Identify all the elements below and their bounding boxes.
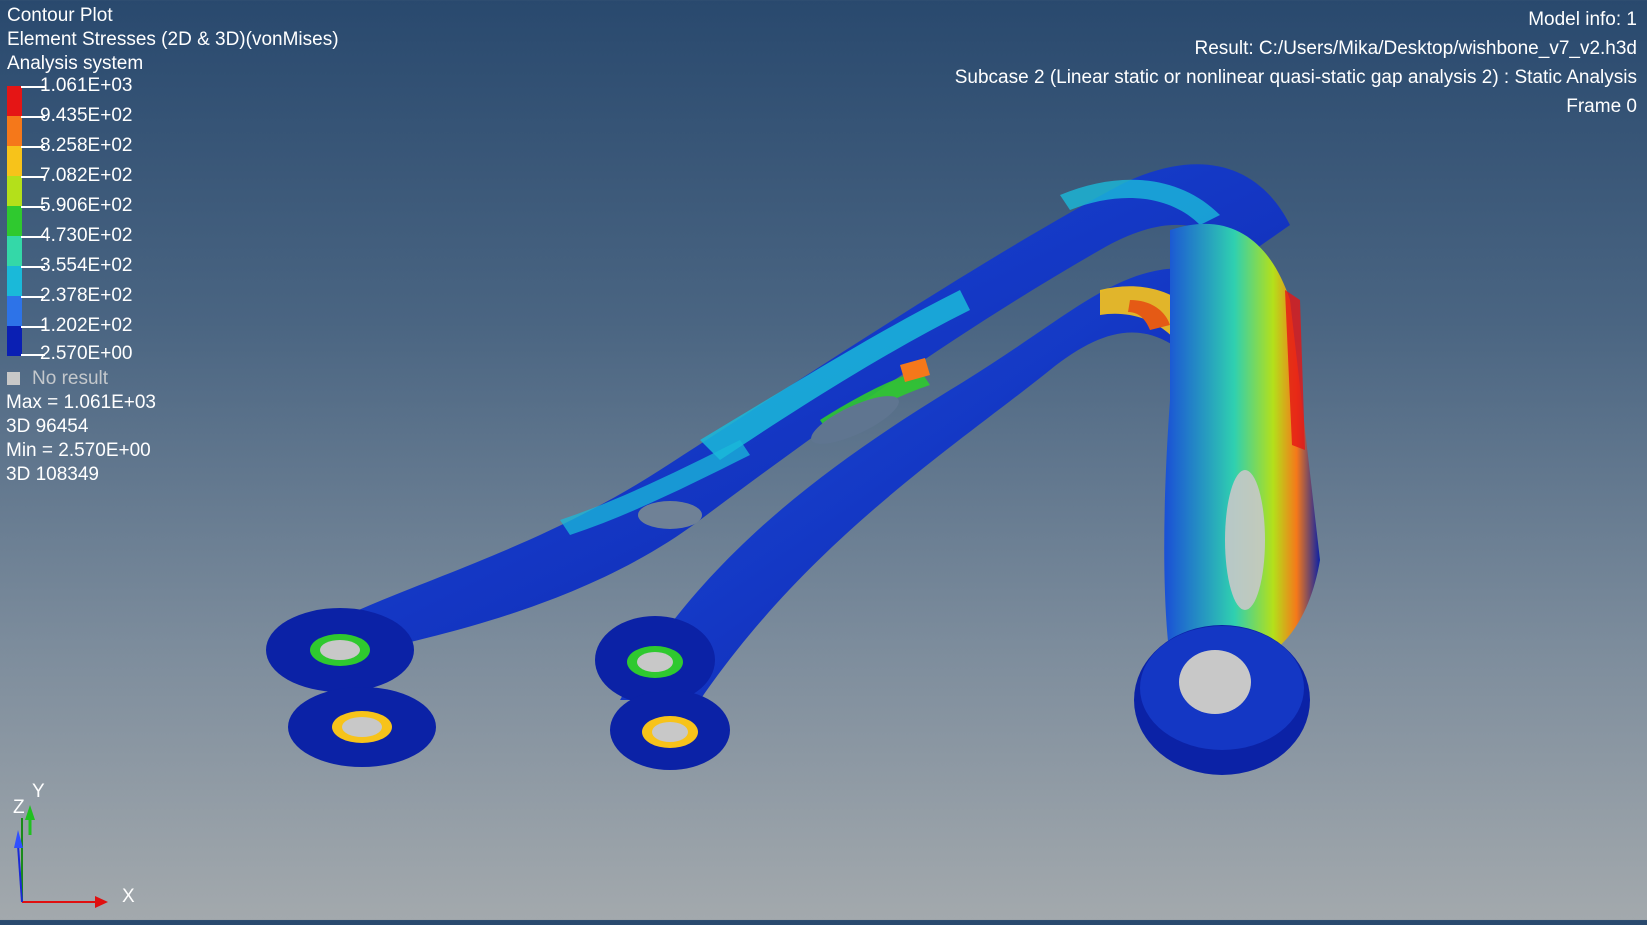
result-type-label: Element Stresses (2D & 3D)(vonMises) [7,29,339,50]
min-value-label: Min = 2.570E+00 [6,440,151,461]
min-element-label: 3D 108349 [6,464,99,485]
legend-label: 4.730E+02 [40,225,133,246]
no-result-swatch [7,372,20,385]
result-path-label: Result: C:/Users/Mika/Desktop/wishbone_v… [1194,38,1637,59]
no-result-legend-item: No result [7,368,108,390]
legend-label: 2.570E+00 [40,343,133,364]
wishbone-contour-model[interactable] [0,0,1647,920]
legend-label: 2.378E+02 [40,285,133,306]
legend-label: 8.258E+02 [40,135,133,156]
legend-swatch-2 [7,116,22,146]
plot-type-label: Contour Plot [7,5,113,26]
axis-triad[interactable]: Y Z X [0,781,160,920]
x-axis-label: X [122,886,135,907]
legend-swatch-7 [7,266,22,296]
subcase-label: Subcase 2 (Linear static or nonlinear qu… [954,67,1637,88]
legend-swatch-1 [7,86,22,116]
contour-legend[interactable]: 1.061E+03 9.435E+02 8.258E+02 7.082E+02 … [6,75,166,364]
model-info-label: Model info: 1 [1528,9,1637,30]
legend-swatch-9 [7,326,22,356]
legend-color-bar [7,86,22,356]
max-value-label: Max = 1.061E+03 [6,392,156,413]
min-max-stats: Max = 1.061E+03 3D 96454 Min = 2.570E+00… [6,391,156,487]
graphics-viewport[interactable]: Contour Plot Element Stresses (2D & 3D)(… [0,0,1647,920]
legend-label: 9.435E+02 [40,105,133,126]
legend-swatch-3 [7,146,22,176]
z-axis-label: Z [13,797,25,818]
legend-label: 7.082E+02 [40,165,133,186]
no-result-label: No result [32,368,109,389]
max-element-label: 3D 96454 [6,416,89,437]
legend-label: 1.061E+03 [40,75,133,96]
model-info-header: Model info: 1 Result: C:/Users/Mika/Desk… [955,5,1637,121]
system-label: Analysis system [7,53,144,74]
legend-label: 1.202E+02 [40,315,133,336]
upper-arm [300,164,1290,660]
legend-swatch-5 [7,206,22,236]
legend-swatch-6 [7,236,22,266]
legend-swatch-8 [7,296,22,326]
legend-swatch-4 [7,176,22,206]
legend-label: 5.906E+02 [40,195,133,216]
legend-label: 3.554E+02 [40,255,133,276]
contour-info-header: Contour Plot Element Stresses (2D & 3D)(… [7,4,339,76]
frame-label: Frame 0 [1566,96,1637,117]
y-axis-label: Y [32,781,45,802]
